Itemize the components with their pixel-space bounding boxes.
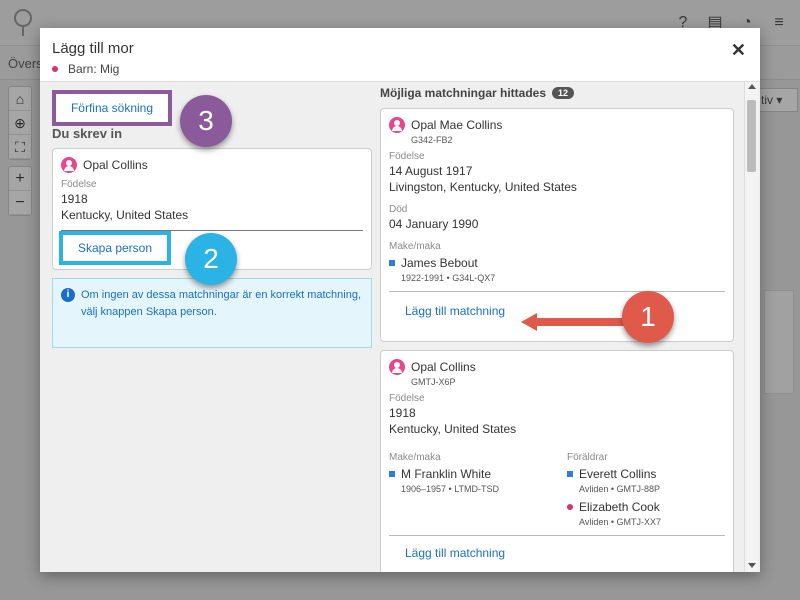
birth-place: Kentucky, United States: [61, 208, 189, 222]
spouse-name: James Bebout: [401, 256, 478, 270]
card-divider: [389, 291, 725, 292]
birth-date: 14 August 1917: [389, 164, 473, 178]
mother-details: Avliden • GMTJ-XX7: [579, 517, 662, 527]
scrollbar[interactable]: [744, 82, 758, 572]
birth-label: Födelse: [389, 393, 425, 404]
father-details: Avliden • GMTJ-88P: [579, 484, 661, 494]
you-typed-heading: Du skrev in: [52, 126, 123, 141]
birth-year: 1918: [61, 192, 88, 206]
spouse-label: Make/maka: [389, 241, 441, 252]
female-person-icon: [389, 117, 405, 133]
callout-1: 1: [622, 291, 674, 343]
add-match-link[interactable]: Lägg till matchning: [405, 546, 725, 560]
matches-count-badge: 12: [552, 87, 575, 99]
birth-place: Livingston, Kentucky, United States: [389, 180, 577, 194]
male-marker-icon: [567, 471, 573, 477]
annotation-arrow: [521, 313, 631, 331]
callout-2: 2: [185, 233, 237, 285]
birth-label: Födelse: [389, 151, 425, 162]
match-card: Opal Mae Collins G342-FB2 Födelse 14 Aug…: [380, 108, 734, 342]
callout-3: 3: [180, 95, 232, 147]
female-marker-icon: [567, 504, 573, 510]
card-divider: [389, 535, 725, 536]
spouse-details: 1922-1991 • G34L-QX7: [401, 273, 496, 283]
dialog-subtitle: Barn: Mig: [52, 62, 748, 76]
spouse-name: M Franklin White: [401, 467, 492, 481]
match-id: G342-FB2: [411, 135, 453, 145]
spouse-details: 1906–1957 • LTMD-TSD: [401, 484, 500, 494]
create-person-button[interactable]: Skapa person: [59, 231, 171, 265]
female-dot-icon: [52, 66, 58, 72]
male-marker-icon: [389, 471, 395, 477]
parents-label: Föräldrar: [567, 452, 608, 463]
scroll-down-icon[interactable]: [748, 563, 756, 568]
match-name[interactable]: Opal Collins: [411, 360, 476, 374]
male-marker-icon: [389, 260, 395, 266]
female-person-icon: [61, 157, 77, 173]
scroll-thumb[interactable]: [747, 100, 756, 172]
info-text: Om ingen av dessa matchningar är en korr…: [81, 289, 362, 318]
match-card: Opal Collins GMTJ-X6P Födelse 1918 Kentu…: [380, 350, 734, 572]
refine-search-button[interactable]: Förfina sökning: [52, 90, 172, 126]
info-message: i Om ingen av dessa matchningar är en ko…: [52, 278, 372, 348]
spouse-label: Make/maka: [389, 452, 441, 463]
death-date: 04 January 1990: [389, 217, 479, 231]
father-name: Everett Collins: [579, 467, 657, 481]
mother-name: Elizabeth Cook: [579, 500, 660, 514]
birth-year: 1918: [389, 406, 416, 420]
dialog-title: Lägg till mor: [52, 40, 134, 57]
death-label: Död: [389, 204, 408, 215]
birth-place: Kentucky, United States: [389, 422, 517, 436]
entered-name: Opal Collins: [83, 158, 148, 172]
dialog-header: Lägg till mor Barn: Mig ✕: [40, 28, 760, 82]
birth-label: Födelse: [61, 179, 97, 190]
matches-heading-text: Möjliga matchningar hittades: [380, 86, 547, 100]
match-id: GMTJ-X6P: [411, 377, 456, 387]
matches-heading: Möjliga matchningar hittades 12: [380, 86, 575, 100]
child-label: Barn: Mig: [68, 62, 120, 76]
match-name[interactable]: Opal Mae Collins: [411, 118, 502, 132]
info-icon: i: [61, 288, 75, 302]
female-person-icon: [389, 359, 405, 375]
scroll-up-icon[interactable]: [748, 84, 756, 89]
close-icon[interactable]: ✕: [731, 40, 746, 61]
